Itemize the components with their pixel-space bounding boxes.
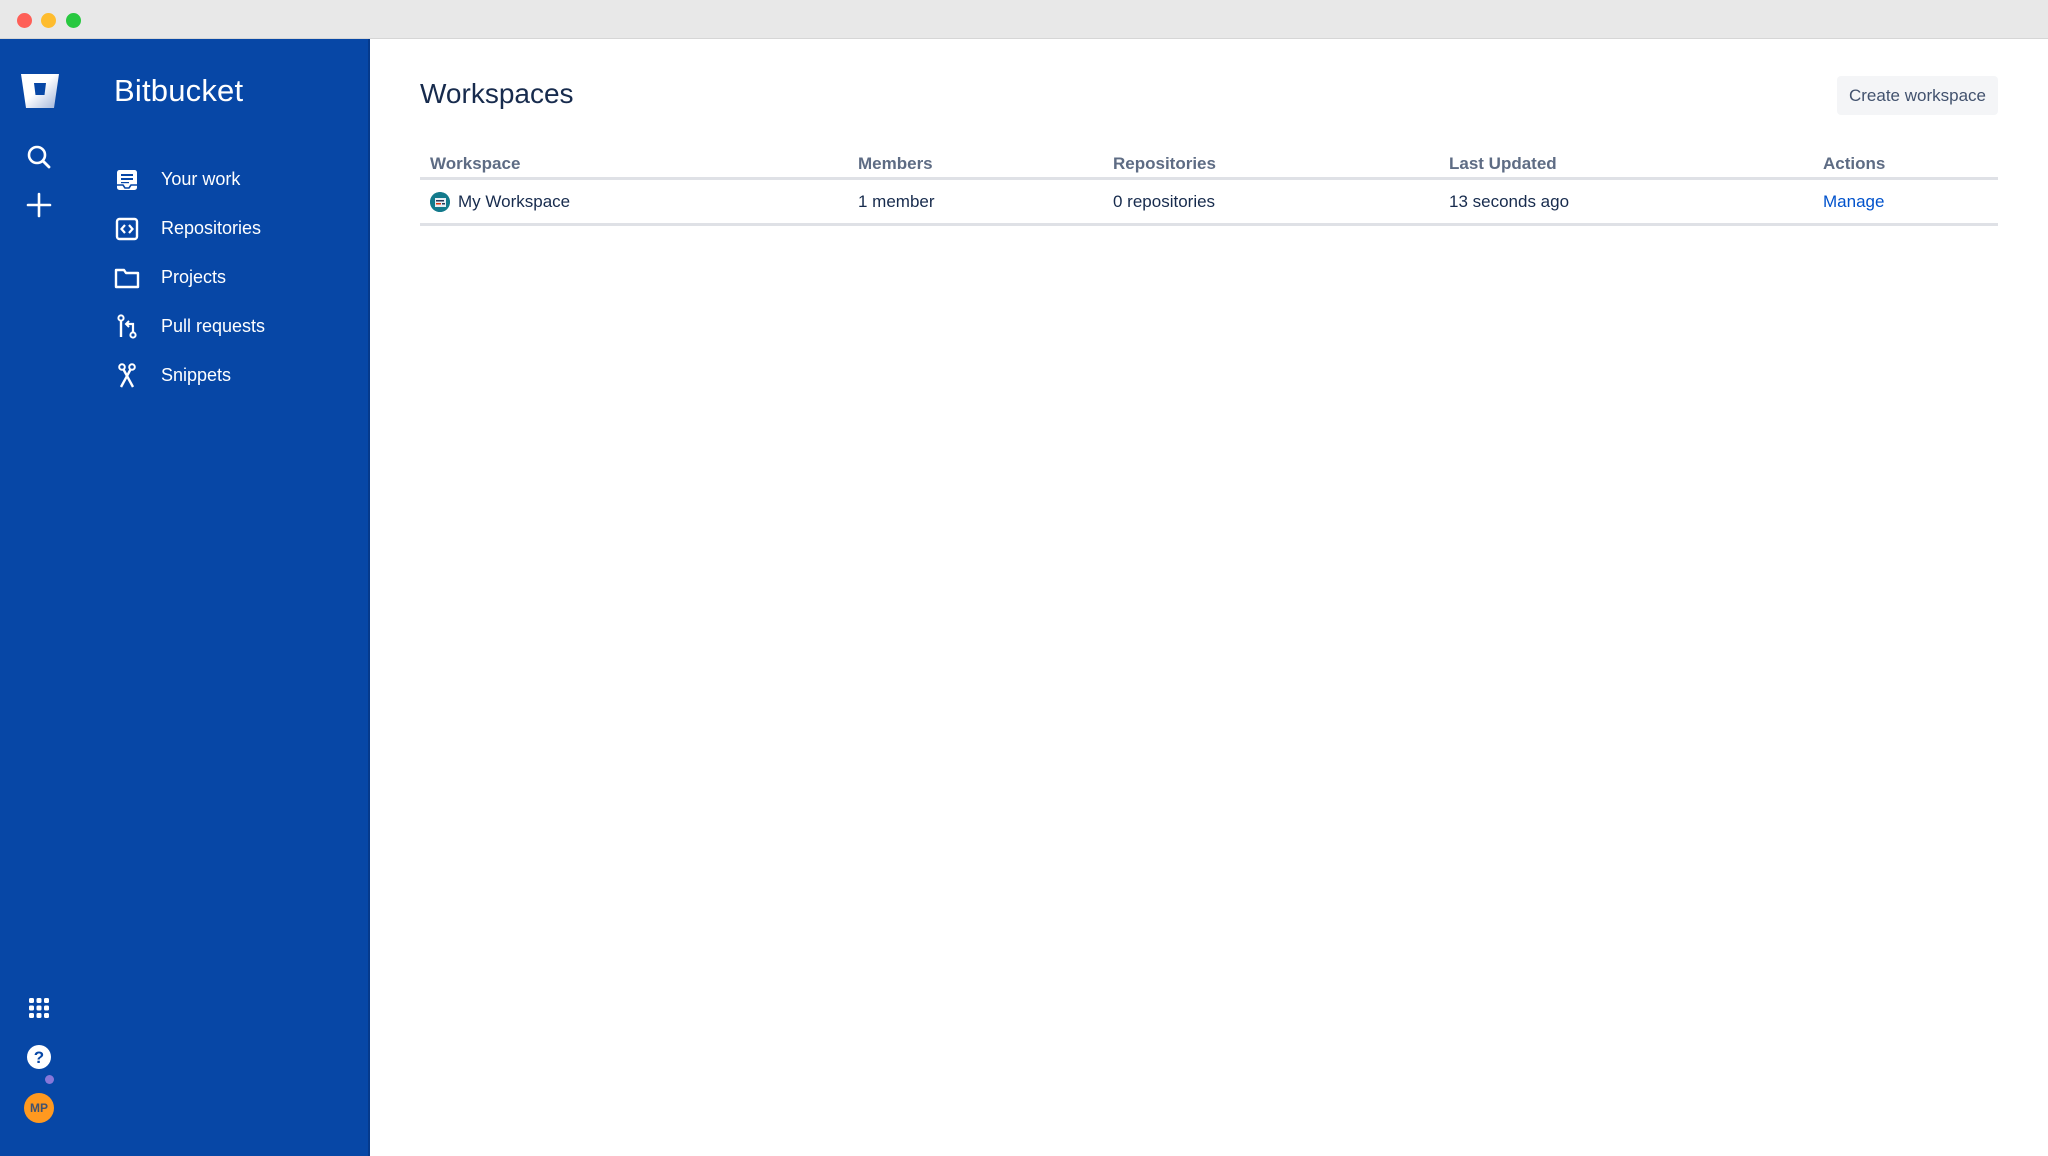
workspace-cell: My Workspace — [420, 191, 848, 212]
brand-name: Bitbucket — [114, 73, 244, 108]
workspace-name[interactable]: My Workspace — [458, 192, 570, 212]
manage-link[interactable]: Manage — [1823, 192, 1884, 211]
sidebar: ? MP Bitbucket Your work Repositories Pr… — [0, 39, 370, 1156]
repositories-cell: 0 repositories — [1113, 191, 1216, 211]
svg-text:?: ? — [34, 1048, 44, 1067]
sidebar-item-label: Repositories — [161, 218, 262, 238]
sidebar-item-snippets[interactable]: Snippets — [113, 351, 265, 400]
sidebar-item-label: Snippets — [161, 365, 232, 385]
user-avatar[interactable]: MP — [24, 1093, 54, 1123]
your-work-icon — [113, 166, 141, 194]
column-header-last-updated[interactable]: Last Updated — [1439, 154, 1813, 174]
help-icon[interactable]: ? — [24, 1042, 54, 1072]
sidebar-nav: Your work Repositories Projects Pull req… — [113, 155, 265, 400]
sidebar-item-repositories[interactable]: Repositories — [113, 204, 265, 253]
create-workspace-button[interactable]: Create workspace — [1836, 76, 1998, 115]
sidebar-item-projects[interactable]: Projects — [113, 253, 265, 302]
minimize-window-button[interactable] — [41, 13, 56, 28]
sidebar-item-label: Projects — [161, 267, 227, 287]
help-notification-dot — [45, 1075, 54, 1084]
window-titlebar — [0, 0, 2048, 39]
column-header-workspace[interactable]: Workspace — [420, 154, 848, 174]
projects-icon — [113, 264, 141, 292]
column-header-repositories[interactable]: Repositories — [1103, 154, 1439, 174]
maximize-window-button[interactable] — [66, 13, 81, 28]
close-window-button[interactable] — [17, 13, 32, 28]
global-rail: ? MP — [0, 39, 80, 1156]
sidebar-item-label: Pull requests — [161, 316, 266, 336]
sidebar-item-your-work[interactable]: Your work — [113, 155, 265, 204]
repositories-icon — [113, 215, 141, 243]
actions-cell: Manage — [1813, 192, 1998, 212]
workspaces-table: Workspace Members Repositories Last Upda… — [420, 150, 1998, 226]
sidebar-item-label: Your work — [161, 169, 241, 189]
sidebar-item-pull-requests[interactable]: Pull requests — [113, 302, 265, 351]
column-header-members[interactable]: Members — [848, 154, 1103, 174]
search-icon[interactable] — [24, 142, 54, 172]
plus-icon[interactable] — [24, 190, 54, 220]
workspace-avatar-icon — [430, 191, 450, 212]
column-header-actions: Actions — [1823, 153, 1886, 173]
main-content: Workspaces Create workspace Workspace Me… — [372, 39, 2048, 1156]
browser-window: ? MP Bitbucket Your work Repositories Pr… — [0, 0, 2048, 1156]
members-cell: 1 member — [858, 191, 935, 211]
app-switcher-icon[interactable] — [24, 993, 54, 1023]
page-title: Workspaces — [420, 78, 574, 109]
last-updated-cell: 13 seconds ago — [1449, 191, 1570, 211]
table-header-row: Workspace Members Repositories Last Upda… — [420, 150, 1998, 180]
table-row: My Workspace 1 member 0 repositories 13 … — [420, 180, 1998, 226]
snippets-icon — [113, 362, 141, 390]
bitbucket-logo-icon[interactable] — [20, 73, 60, 109]
pull-requests-icon — [113, 313, 141, 341]
